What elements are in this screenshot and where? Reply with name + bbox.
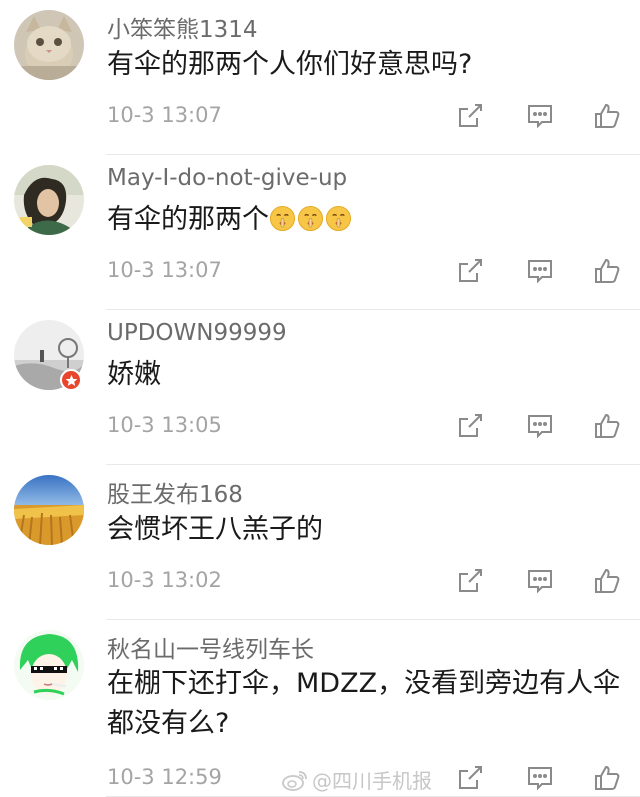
comment-icon: [528, 415, 552, 439]
avatar[interactable]: [14, 475, 84, 545]
username[interactable]: May-I-do-not-give-up: [107, 165, 347, 191]
like-button[interactable]: [590, 761, 624, 795]
comment-text: 在棚下还打伞，MDZZ，没看到旁边有人伞都没有么?: [107, 668, 621, 739]
thumbs-up-icon: [595, 765, 620, 790]
share-button[interactable]: [453, 564, 487, 598]
share-icon: [459, 104, 482, 127]
comment-text-body: 有伞的那两个: [107, 204, 269, 235]
watermark: @四川手机报: [282, 765, 432, 794]
weibo-logo: [282, 770, 307, 791]
share-icon: [459, 259, 482, 282]
timestamp: 10-3 13:02: [107, 568, 222, 592]
like-button[interactable]: [590, 254, 624, 288]
avatar[interactable]: [14, 630, 84, 700]
username[interactable]: 小笨笨熊1314: [107, 10, 258, 44]
reply-button[interactable]: [523, 761, 557, 795]
comment-text: 会惯坏王八羔子的: [107, 514, 323, 545]
comment-text: 有伞的那两个人你们好意思吗?: [107, 49, 473, 80]
reply-button[interactable]: [523, 254, 557, 288]
comment-icon: [528, 767, 552, 791]
share-button[interactable]: [453, 409, 487, 443]
timestamp: 10-3 12:59: [107, 765, 222, 789]
username[interactable]: UPDOWN99999: [107, 320, 287, 346]
share-icon: [459, 414, 482, 437]
comment-item: UPDOWN99999 娇嫩 10-3 13:05: [0, 310, 640, 465]
comment-text: 有伞的那两个: [107, 201, 627, 238]
username[interactable]: 股王发布168: [107, 475, 243, 509]
thumbs-up-icon: [595, 258, 620, 283]
reply-button[interactable]: [523, 409, 557, 443]
comment-icon: [528, 105, 552, 129]
avatar[interactable]: [14, 10, 84, 80]
share-icon: [459, 569, 482, 592]
share-button[interactable]: [453, 99, 487, 133]
shushing-face-emoji: [297, 205, 324, 232]
comment-item: 小笨笨熊1314 有伞的那两个人你们好意思吗? 10-3 13:07: [0, 0, 640, 155]
shushing-face-emoji: [325, 205, 352, 232]
comment-text: 娇嫩: [107, 359, 161, 390]
thumbs-up-icon: [595, 413, 620, 438]
reply-button[interactable]: [523, 99, 557, 133]
share-button[interactable]: [453, 254, 487, 288]
username[interactable]: 秋名山一号线列车长: [107, 630, 314, 664]
comment-actions: [420, 409, 640, 443]
like-button[interactable]: [590, 99, 624, 133]
like-button[interactable]: [590, 409, 624, 443]
comment-actions: [420, 99, 640, 133]
share-icon: [459, 766, 482, 789]
timestamp: 10-3 13:05: [107, 413, 222, 437]
reply-button[interactable]: [523, 564, 557, 598]
timestamp: 10-3 13:07: [107, 103, 222, 127]
comment-actions: [420, 761, 640, 795]
comment-item: May-I-do-not-give-up 有伞的那两个 10-3 13:07: [0, 155, 640, 310]
comment-item: 股王发布168 会惯坏王八羔子的 10-3 13:02: [0, 465, 640, 620]
watermark-text: @四川手机报: [312, 769, 432, 793]
comment-actions: [420, 564, 640, 598]
vip-star-badge: [60, 369, 82, 391]
comment-icon: [528, 570, 552, 594]
thumbs-up-icon: [595, 103, 620, 128]
thumbs-up-icon: [595, 568, 620, 593]
share-button[interactable]: [453, 761, 487, 795]
like-button[interactable]: [590, 564, 624, 598]
avatar[interactable]: [14, 165, 84, 235]
comment-icon: [528, 260, 552, 284]
shushing-face-emoji: [269, 205, 296, 232]
comment-actions: [420, 254, 640, 288]
timestamp: 10-3 13:07: [107, 258, 222, 282]
